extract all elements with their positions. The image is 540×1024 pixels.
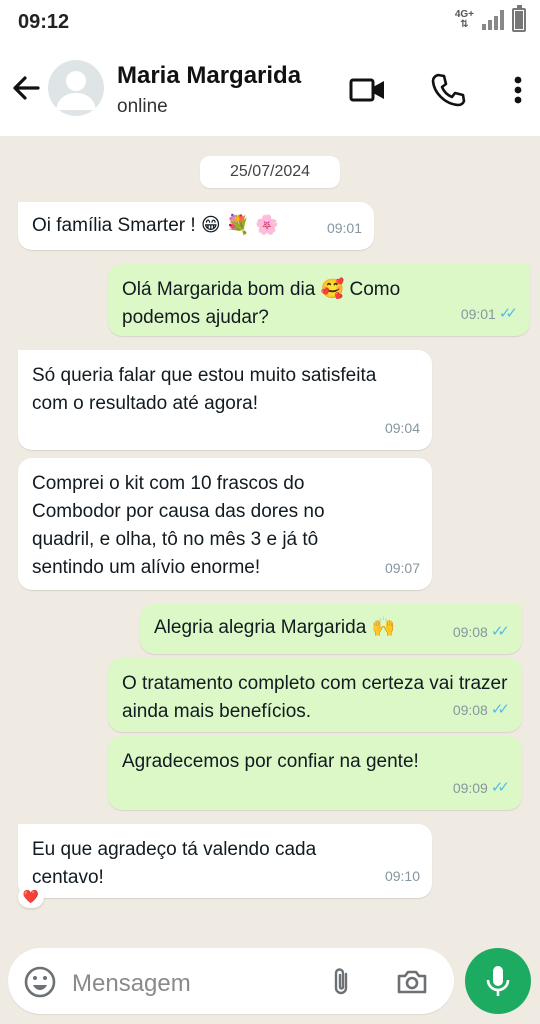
message-time: 09:01 <box>326 220 362 236</box>
message-text: Olá Margarida bom dia 🥰 Como podemos aju… <box>122 279 401 328</box>
message-text: Eu que agradeço tá valendo cada centavo! <box>32 839 317 888</box>
contact-status: online <box>117 96 168 117</box>
message-incoming[interactable]: Eu que agradeço tá valendo cada centavo!… <box>18 824 432 898</box>
message-composer[interactable]: Mensagem <box>8 948 454 1014</box>
chat-area[interactable]: 25/07/2024 Oi família Smarter ! 😁 💐 🌸 09… <box>0 136 540 944</box>
status-time: 09:12 <box>18 10 70 33</box>
video-call-icon[interactable] <box>348 70 388 110</box>
read-ticks-icon: ✓✓ <box>490 701 510 718</box>
avatar[interactable] <box>48 60 104 116</box>
message-time: 09:09 ✓✓ <box>453 774 510 802</box>
message-incoming[interactable]: Comprei o kit com 10 frascos do Combodor… <box>18 458 432 590</box>
message-text: Agradecemos por confiar na gente! <box>122 751 419 772</box>
status-bar: 09:12 4G+ ⇅ <box>0 0 540 44</box>
microphone-button[interactable] <box>465 948 531 1014</box>
message-outgoing[interactable]: Agradecemos por confiar na gente! 09:09 ✓… <box>108 736 522 810</box>
contact-name: Maria Margarida <box>117 62 302 89</box>
message-text: Alegria alegria Margarida 🙌 <box>154 617 396 638</box>
message-time: 09:04 <box>384 420 420 436</box>
message-outgoing[interactable]: O tratamento completo com certeza vai tr… <box>108 658 522 732</box>
message-outgoing[interactable]: Alegria alegria Margarida 🙌 09:08 ✓✓ <box>140 604 522 654</box>
data-arrows-icon: ⇅ <box>460 19 469 30</box>
read-ticks-icon: ✓✓ <box>490 779 510 796</box>
status-icons: 4G+ ⇅ <box>455 5 526 32</box>
back-arrow-icon[interactable] <box>8 70 44 106</box>
reaction-heart[interactable]: ❤️ <box>18 886 44 908</box>
message-text: Comprei o kit com 10 frascos do Combodor… <box>32 473 325 578</box>
emoji-icon[interactable] <box>22 964 58 1000</box>
message-time: 09:07 <box>384 560 420 576</box>
more-options-icon[interactable] <box>500 70 536 110</box>
read-ticks-icon: ✓✓ <box>490 623 510 640</box>
message-incoming[interactable]: Só queria falar que estou muito satisfei… <box>18 350 432 450</box>
message-text: Só queria falar que estou muito satisfei… <box>32 365 377 414</box>
message-incoming[interactable]: Oi família Smarter ! 😁 💐 🌸 09:01 <box>18 202 374 250</box>
message-time: 09:08 ✓✓ <box>453 696 510 724</box>
message-time: 09:08 ✓✓ <box>453 618 510 646</box>
signal-icon <box>482 10 504 30</box>
message-time: 09:10 <box>384 868 420 884</box>
date-separator: 25/07/2024 <box>200 156 340 188</box>
voice-call-icon[interactable] <box>428 70 468 110</box>
message-input[interactable]: Mensagem <box>72 970 191 998</box>
contact-info[interactable]: Maria Margarida online <box>117 62 301 118</box>
person-icon <box>56 71 96 110</box>
message-time: 09:01 ✓✓ <box>461 300 518 328</box>
attach-icon[interactable] <box>324 964 360 1000</box>
network-indicator: 4G+ ⇅ <box>455 10 474 30</box>
microphone-icon <box>486 966 510 996</box>
message-text: Oi família Smarter ! 😁 💐 🌸 <box>32 215 279 236</box>
message-outgoing[interactable]: Olá Margarida bom dia 🥰 Como podemos aju… <box>108 264 530 336</box>
battery-icon <box>512 5 526 32</box>
chat-header: Maria Margarida online <box>0 44 540 136</box>
camera-icon[interactable] <box>394 964 430 1000</box>
read-ticks-icon: ✓✓ <box>498 305 518 322</box>
